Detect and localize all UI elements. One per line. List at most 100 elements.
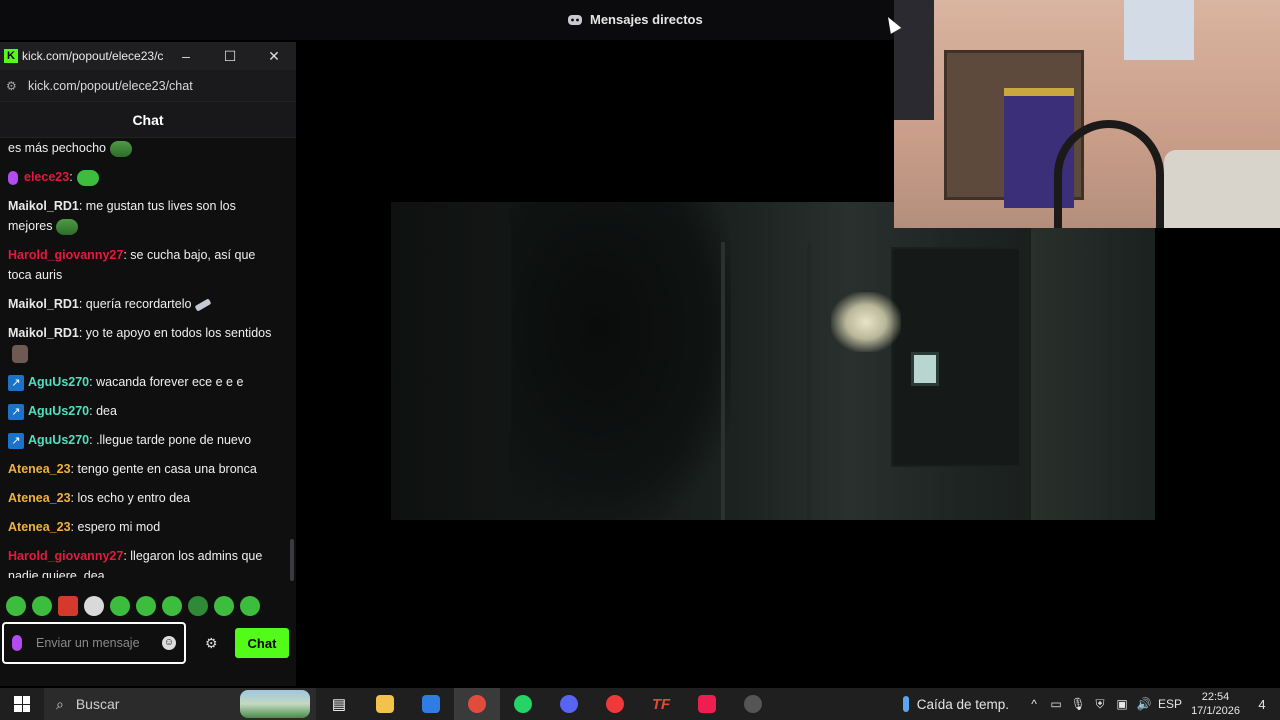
chat-messages[interactable]: es más pechocho elece23: Maikol_RD1: me gu… (0, 138, 290, 578)
microphone-icon[interactable]: 🎙 (1067, 697, 1089, 711)
send-chat-button[interactable]: Chat (235, 628, 289, 658)
chat-text: : quería recordartelo (78, 297, 192, 311)
tiktok-icon[interactable] (684, 688, 730, 720)
chat-username[interactable]: AguUs270 (28, 433, 89, 447)
system-tray: Caída de temp. ^ ▭ 🎙 ⛨ ▣ 🔊 ESP 22:54 17/… (902, 688, 1280, 720)
emote-icon (109, 140, 132, 157)
chat-username[interactable]: AguUs270 (28, 375, 89, 389)
recorder-app-icon[interactable] (730, 688, 776, 720)
whatsapp-icon[interactable] (500, 688, 546, 720)
notification-count: 4 (1258, 696, 1266, 712)
chevron-up-icon[interactable]: ^ (1023, 697, 1045, 711)
mic-icon[interactable] (12, 635, 22, 651)
video-wall (1031, 202, 1155, 520)
usb-icon[interactable]: ▭ (1045, 697, 1067, 711)
emote-icon (12, 344, 28, 363)
maximize-icon[interactable]: ☐ (208, 42, 252, 70)
chat-scrollbar[interactable] (290, 539, 294, 581)
search-icon: ⌕ (56, 695, 64, 712)
chat-username[interactable]: Maikol_RD1 (8, 326, 79, 340)
chat-username[interactable]: Harold_giovanny27 (8, 549, 123, 563)
emote-icon[interactable] (84, 596, 104, 616)
file-explorer-icon[interactable] (362, 688, 408, 720)
site-settings-icon[interactable]: ⚙ (6, 79, 20, 93)
start-button[interactable] (0, 688, 44, 720)
webcam-jacket (894, 0, 934, 120)
chat-message: elece23: (8, 167, 282, 187)
chat-message: Maikol_RD1: quería recordartelo (8, 294, 282, 314)
chat-username[interactable]: AguUs270 (28, 404, 89, 418)
chat-message: es más pechocho (8, 138, 282, 158)
chat-message: Maikol_RD1: yo te apoyo en todos los sen… (8, 323, 282, 363)
chat-text: : yo te apoyo en todos los sentidos (78, 326, 272, 340)
subscriber-badge-icon: ↗ (8, 403, 24, 420)
emote-icon[interactable] (162, 596, 182, 616)
discord-icon (568, 14, 582, 25)
kick-logo-icon: K (4, 49, 18, 63)
window-title: kick.com/popout/elece23/c... (22, 49, 164, 63)
notifications-icon[interactable]: 4 (1250, 697, 1274, 712)
webcam-chair (1054, 120, 1164, 228)
subscriber-badge-icon: ↗ (8, 374, 24, 391)
clock-date: 17/1/2026 (1191, 705, 1240, 717)
chat-username[interactable]: Atenea_23 (8, 462, 71, 476)
url-text: kick.com/popout/elece23/chat (28, 78, 193, 93)
quick-emote-row (6, 596, 260, 616)
chat-message: Atenea_23: los echo y entro dea (8, 488, 282, 508)
emote-icon (194, 298, 212, 312)
emote-icon[interactable] (110, 596, 130, 616)
emote-icon[interactable] (58, 596, 78, 616)
emote-icon[interactable] (240, 596, 260, 616)
media-player-icon[interactable] (592, 688, 638, 720)
chat-username[interactable]: Maikol_RD1 (8, 199, 79, 213)
windows-taskbar: ⌕ Buscar ▤ TF Caída de temp. ^ ▭ 🎙 ⛨ ▣ 🔊… (0, 688, 1280, 720)
chat-username[interactable]: Atenea_23 (8, 491, 71, 505)
thermometer-icon (902, 696, 909, 712)
task-view-icon[interactable]: ▤ (316, 688, 362, 720)
video-panel-screen (911, 352, 939, 386)
volume-icon[interactable]: 🔊 (1133, 697, 1155, 711)
taskbar-search[interactable]: ⌕ Buscar (44, 688, 316, 720)
video-light (831, 292, 901, 352)
chat-text: : espero mi mod (70, 520, 161, 534)
chrome-icon[interactable] (454, 688, 500, 720)
search-highlight-image (240, 690, 310, 718)
chat-username[interactable]: Harold_giovanny27 (8, 248, 123, 262)
emote-icon[interactable] (188, 596, 208, 616)
chat-message: Atenea_23: espero mi mod (8, 517, 282, 537)
chat-text: : wacanda forever ece e e e (89, 375, 244, 389)
weather-widget[interactable]: Caída de temp. (902, 696, 1009, 712)
chat-settings-icon[interactable]: ⚙ (205, 635, 218, 652)
emote-icon[interactable] (214, 596, 234, 616)
discord-title-text: Mensajes directos (590, 12, 703, 27)
chat-text: es más pechocho (8, 141, 106, 155)
chat-message: Maikol_RD1: me gustan tus lives son los … (8, 196, 282, 236)
chat-message: Harold_giovanny27: se cucha bajo, así qu… (8, 245, 282, 285)
window-titlebar[interactable]: K kick.com/popout/elece23/c... – ☐ ✕ (0, 42, 296, 70)
minimize-icon[interactable]: – (164, 42, 208, 70)
tf-app-icon[interactable]: TF (638, 688, 684, 720)
chat-popout-window: K kick.com/popout/elece23/c... – ☐ ✕ ⚙ k… (0, 42, 296, 686)
language-indicator[interactable]: ESP (1155, 697, 1185, 711)
chat-message: Harold_giovanny27: llegaron los admins q… (8, 546, 282, 578)
chat-input[interactable]: Enviar un mensaje ☺ (2, 622, 186, 664)
chat-username[interactable]: elece23 (24, 170, 69, 184)
network-icon[interactable]: ▣ (1111, 697, 1133, 711)
emote-icon[interactable] (136, 596, 156, 616)
microsoft-store-icon[interactable] (408, 688, 454, 720)
video-player[interactable] (391, 202, 1155, 520)
emoji-picker-icon[interactable]: ☺ (162, 636, 176, 650)
chat-text: : los echo y entro dea (70, 491, 191, 505)
emote-icon[interactable] (32, 596, 52, 616)
chat-message: ↗ AguUs270: dea (8, 401, 282, 421)
chat-username[interactable]: Maikol_RD1 (8, 297, 79, 311)
discord-dm-title[interactable]: Mensajes directos (568, 12, 703, 27)
close-icon[interactable]: ✕ (252, 42, 296, 70)
discord-app-icon[interactable] (546, 688, 592, 720)
address-bar[interactable]: ⚙ kick.com/popout/elece23/chat (0, 70, 296, 102)
clock[interactable]: 22:54 17/1/2026 (1191, 690, 1240, 718)
chat-username[interactable]: Atenea_23 (8, 520, 71, 534)
emote-icon[interactable] (6, 596, 26, 616)
security-icon[interactable]: ⛨ (1089, 697, 1111, 712)
chat-message: ↗ AguUs270: .llegue tarde pone de nuevo (8, 430, 282, 450)
